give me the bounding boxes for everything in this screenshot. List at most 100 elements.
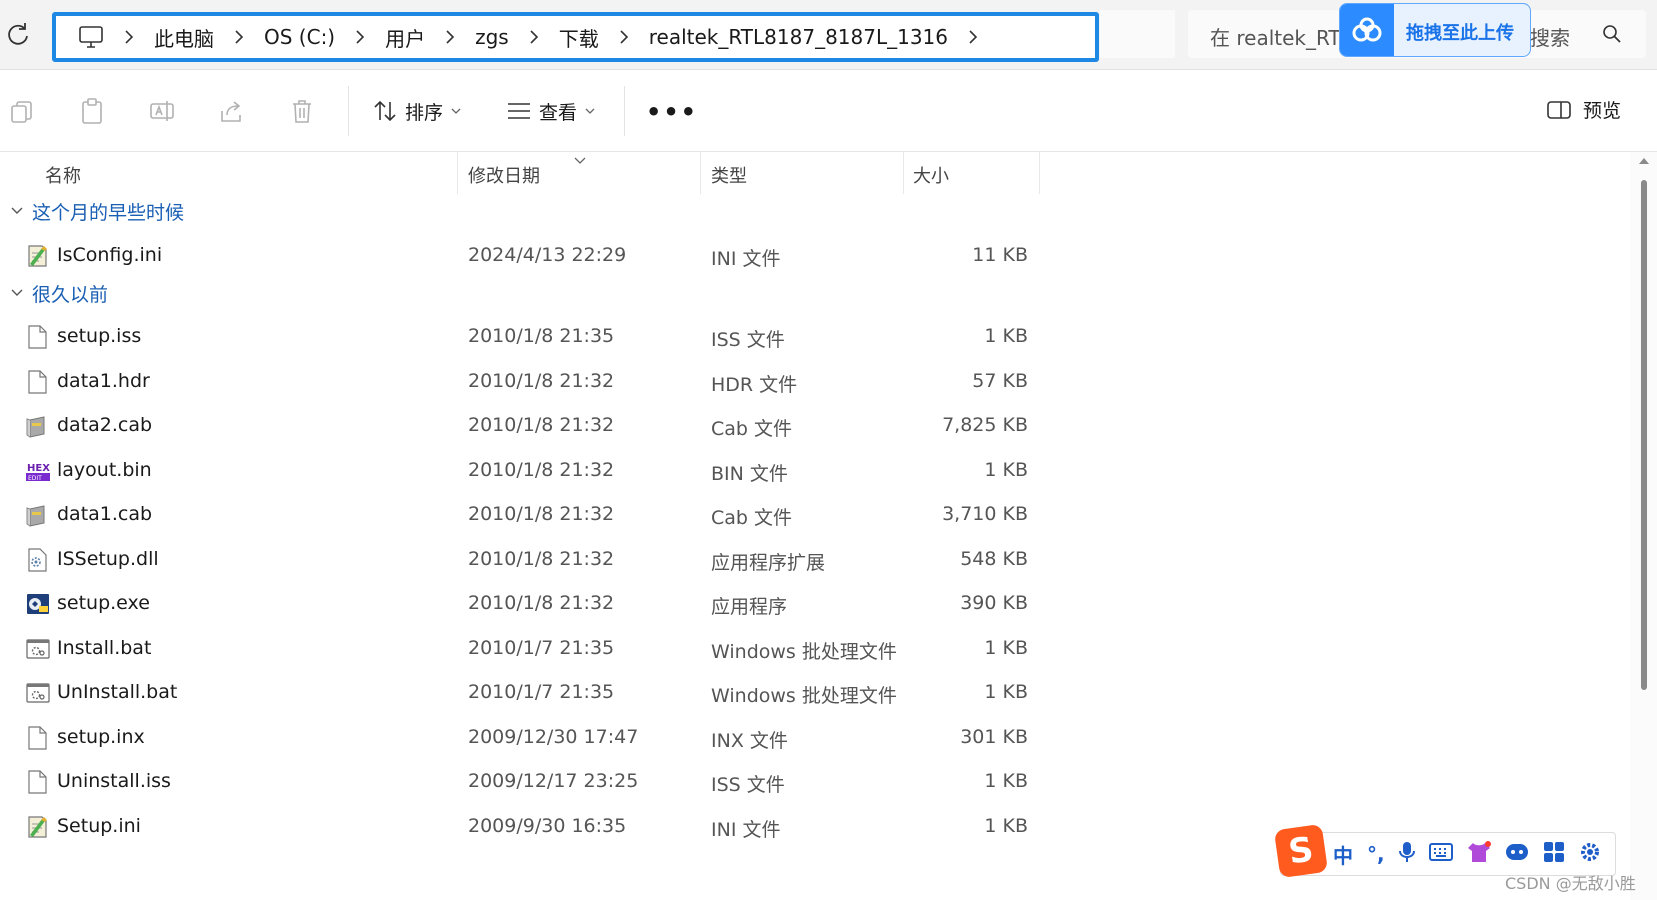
chevron-right-icon[interactable]: [603, 30, 645, 44]
file-type: 应用程序: [711, 596, 788, 618]
chevron-down-icon[interactable]: [10, 206, 24, 216]
file-row[interactable]: setup.iss 2010/1/8 21:35 ISS 文件 1 KB: [0, 315, 1040, 359]
bat-icon: [26, 637, 50, 661]
file-icon: [26, 725, 50, 750]
vertical-scrollbar[interactable]: [1630, 152, 1657, 900]
file-name[interactable]: layout.bin: [57, 459, 152, 481]
file-row[interactable]: data1.cab 2010/1/8 21:32 Cab 文件 3,710 KB: [0, 493, 1040, 537]
view-label: 查看: [539, 101, 578, 124]
baidu-upload-overlay[interactable]: 拖拽至此上传: [1339, 3, 1531, 57]
file-size: 57 KB: [972, 369, 1028, 392]
file-row[interactable]: setup.exe 2010/1/8 21:32 应用程序 390 KB: [0, 582, 1040, 626]
file-row[interactable]: IsConfig.ini 2024/4/13 22:29 INI 文件 11 KB: [0, 234, 1040, 278]
file-date: 2009/12/30 17:47: [468, 725, 639, 748]
file-type: INX 文件: [711, 729, 788, 752]
sogou-logo-icon[interactable]: S: [1273, 823, 1329, 879]
file-name[interactable]: Uninstall.iss: [57, 770, 171, 792]
breadcrumb-item-drive[interactable]: OS (C:): [260, 25, 339, 49]
chevron-down-icon[interactable]: [10, 288, 24, 298]
column-name[interactable]: 名称: [45, 162, 81, 188]
column-divider[interactable]: [457, 152, 458, 194]
search-placeholder[interactable]: 在 realtek_RTL: [1210, 22, 1352, 51]
view-button[interactable]: 查看: [507, 96, 595, 126]
group-header[interactable]: 这个月的早些时候: [10, 194, 184, 228]
breadcrumb-item-users[interactable]: 用户: [381, 23, 429, 52]
paste-icon[interactable]: [78, 97, 106, 125]
breadcrumb-item-this-pc[interactable]: 此电脑: [150, 23, 218, 52]
ime-punctuation-toggle[interactable]: °,: [1367, 842, 1385, 866]
file-name[interactable]: Install.bat: [57, 637, 151, 659]
file-row[interactable]: ISSetup.dll 2010/1/8 21:32 应用程序扩展 548 KB: [0, 538, 1040, 582]
file-name[interactable]: IsConfig.ini: [57, 244, 162, 266]
column-type[interactable]: 类型: [711, 162, 747, 188]
emoji-icon[interactable]: [1505, 841, 1529, 867]
file-name[interactable]: setup.iss: [57, 325, 141, 347]
sort-button[interactable]: 排序: [373, 96, 461, 126]
column-divider[interactable]: [700, 152, 701, 194]
chevron-right-icon[interactable]: [218, 30, 260, 44]
chevron-right-icon[interactable]: [513, 30, 555, 44]
file-name[interactable]: setup.inx: [57, 726, 145, 748]
sort-label: 排序: [405, 101, 444, 124]
computer-icon[interactable]: [78, 23, 108, 51]
file-date: 2010/1/8 21:32: [468, 369, 615, 392]
toolbox-grid-icon[interactable]: [1543, 841, 1565, 867]
file-row[interactable]: data1.hdr 2010/1/8 21:32 HDR 文件 57 KB: [0, 360, 1040, 404]
copy-icon[interactable]: [8, 97, 36, 125]
group-header[interactable]: 很久以前: [10, 276, 108, 310]
scroll-up-arrow-icon[interactable]: [1639, 158, 1649, 164]
file-name[interactable]: ISSetup.dll: [57, 548, 159, 570]
file-row[interactable]: setup.inx 2009/12/30 17:47 INX 文件 301 KB: [0, 716, 1040, 760]
file-row[interactable]: Uninstall.iss 2009/12/17 23:25 ISS 文件 1 KB: [0, 760, 1040, 804]
file-date: 2009/12/17 23:25: [468, 770, 639, 792]
refresh-icon[interactable]: [4, 20, 32, 48]
file-name[interactable]: UnInstall.bat: [57, 681, 177, 703]
preview-pane-icon: [1547, 100, 1571, 119]
file-row[interactable]: Setup.ini 2009/9/30 16:35 INI 文件 1 KB: [0, 805, 1040, 849]
chevron-right-icon[interactable]: [429, 30, 471, 44]
file-date: 2010/1/7 21:35: [468, 681, 615, 703]
group-label: 很久以前: [32, 283, 109, 306]
skin-shirt-icon[interactable]: [1467, 841, 1491, 867]
share-icon[interactable]: [218, 97, 246, 125]
settings-gear-icon[interactable]: [1579, 841, 1601, 867]
keyboard-icon[interactable]: [1428, 843, 1453, 865]
breadcrumb-item-user[interactable]: zgs: [471, 25, 513, 49]
file-row[interactable]: Install.bat 2010/1/7 21:35 Windows 批处理文件 1 …: [0, 627, 1040, 671]
address-bar-empty-area[interactable]: [1100, 10, 1175, 58]
column-date[interactable]: 修改日期: [468, 162, 540, 188]
chevron-right-icon[interactable]: [108, 30, 150, 44]
file-name[interactable]: data1.cab: [57, 503, 152, 525]
delete-icon[interactable]: [288, 97, 316, 125]
scrollbar-thumb[interactable]: [1641, 180, 1647, 690]
ime-mode-toggle[interactable]: 中: [1333, 840, 1353, 869]
chevron-right-icon[interactable]: [339, 30, 381, 44]
view-list-icon: [508, 103, 530, 119]
file-type: ISS 文件: [711, 774, 785, 796]
file-size: 1 KB: [984, 814, 1028, 837]
preview-pane-button[interactable]: 预览: [1547, 96, 1621, 123]
column-size[interactable]: 大小: [913, 162, 949, 188]
file-name[interactable]: Setup.ini: [57, 815, 141, 837]
breadcrumb-item-current-folder[interactable]: realtek_RTL8187_8187L_1316: [645, 25, 952, 49]
file-type: 应用程序扩展: [711, 551, 826, 574]
search-placeholder-suffix[interactable]: 搜索: [1530, 22, 1570, 51]
ini-icon: [26, 815, 50, 839]
breadcrumb-item-downloads[interactable]: 下载: [555, 23, 603, 52]
file-list: 这个月的早些时候 IsConfig.ini 2024/4/13 22:29 INI 文…: [0, 194, 1620, 900]
rename-icon[interactable]: [148, 97, 176, 125]
search-icon[interactable]: [1602, 24, 1622, 48]
column-divider[interactable]: [903, 152, 904, 194]
file-row[interactable]: data2.cab 2010/1/8 21:32 Cab 文件 7,825 KB: [0, 404, 1040, 448]
file-row[interactable]: HEX EDIT layout.bin 2010/1/8 21:32 BIN 文件 1 K…: [0, 449, 1040, 493]
breadcrumb[interactable]: 此电脑 OS (C:) 用户 zgs 下载 realtek_RTL8187_81…: [52, 12, 1099, 62]
chevron-right-icon[interactable]: [952, 30, 994, 44]
file-name[interactable]: data1.hdr: [57, 370, 150, 392]
file-row[interactable]: UnInstall.bat 2010/1/7 21:35 Windows 批处理文件…: [0, 671, 1040, 715]
microphone-icon[interactable]: [1398, 841, 1415, 867]
file-name[interactable]: setup.exe: [57, 592, 150, 614]
more-options-button[interactable]: •••: [646, 98, 698, 126]
column-divider[interactable]: [1039, 152, 1040, 194]
file-type: Windows 批处理文件: [711, 640, 897, 663]
file-name[interactable]: data2.cab: [57, 414, 152, 436]
